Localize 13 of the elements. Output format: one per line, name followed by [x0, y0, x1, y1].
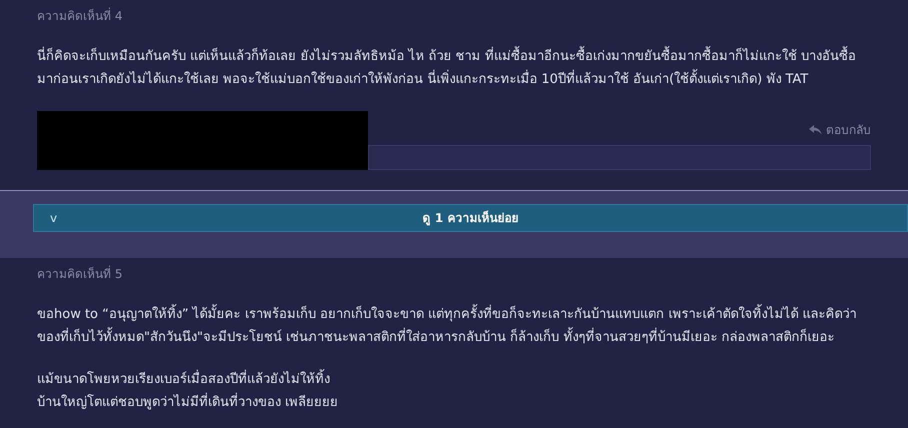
- comment-number: ความคิดเห็นที่ 4: [37, 8, 124, 24]
- reply-arrow-icon: [809, 125, 822, 135]
- comment-text: แม้ขนาดโพยหวยเรียงเบอร์เมื่อสองปีที่แล้วยังไม่ให้ทิ้ง: [37, 368, 871, 391]
- toggle-caret: v: [50, 210, 58, 227]
- comment-number: ความคิดเห็นที่ 5: [37, 266, 124, 282]
- show-replies-button[interactable]: v ดู 1 ความเห็นย่อย: [33, 204, 908, 232]
- comment-text: ขอhow to “อนุญาตให้ทิ้ง” ได้มั้ยคะ เราพร้อมเก็บ อยากเก็บใจจะขาด แต่ทุกครั้งที่ขอก็จะทะเลาะกันบ้านแทบแตก เพราะเค้าตัดใจทิ้งไม่ได้ และคิดว่า: [37, 303, 871, 326]
- comment-text: นี่ก็คิดจะเก็บเหมือนกันครับ แต่เห็นแล้วก็ท้อเลย ยังไม่รวมลัทธิหม้อ ไห ถ้วย ชาม ที่แม่ซื้อมาอีกนะซื้อเก่งมากขยันซื้อมากซื้อมาก็ไม่แกะใช้ บางอันซื้อ: [37, 45, 871, 68]
- reply-link[interactable]: ตอบกลับ: [809, 121, 871, 139]
- reply-input-field[interactable]: [368, 145, 871, 170]
- comment-text: บ้านใหญ่โตแต่ชอบพูดว่าไม่มีที่เดินที่วางของ เพลียยยย: [37, 391, 871, 414]
- comment-text: มาก่อนเราเกิดยังไม่ได้แกะใช้เลย พอจะใช้แม่บอกใช้ของเก่าให้พังก่อน นี่เพิ่งแกะกระทะเมื่อ 10ปีที่แล้วมาใช้ อันเก่า(ใช้ตั้งแต่เราเกิด) พัง TAT: [37, 68, 871, 91]
- comment-text: ของที่เก็บไว้ทั้งหมด"สักวันนึง"จะมีประโยชน์ เช่นภาชนะพลาสติกที่ใส่อาหารกลับบ้าน ก็ล้างเก็บ ทั้งๆที่จานสวยๆที่บ้านมีเยอะ กล่องพลาสติกก็เยอะ: [37, 326, 871, 349]
